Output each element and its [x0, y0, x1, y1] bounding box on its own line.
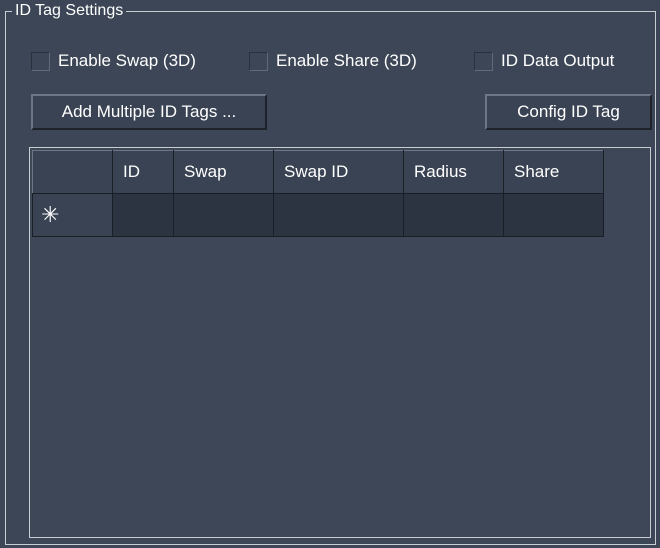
column-header-radius[interactable]: Radius [403, 150, 504, 194]
enable-share-label[interactable]: Enable Share (3D) [276, 51, 417, 71]
column-header-swap[interactable]: Swap [173, 150, 274, 194]
enable-share-checkbox[interactable]: Enable Share (3D) [249, 49, 417, 73]
id-data-output-checkbox[interactable]: ID Data Output [474, 49, 614, 73]
new-row-marker-icon[interactable]: ✳ [32, 193, 113, 237]
new-row[interactable]: ✳ [32, 193, 604, 237]
id-data-output-label[interactable]: ID Data Output [501, 51, 614, 71]
header-row: ID Swap Swap ID Radius Share [32, 150, 604, 194]
cell-share[interactable] [503, 193, 604, 237]
column-header-share[interactable]: Share [503, 150, 604, 194]
config-id-tag-button[interactable]: Config ID Tag [485, 94, 652, 130]
column-header-id[interactable]: ID [112, 150, 174, 194]
enable-swap-box[interactable] [31, 51, 50, 71]
cell-id[interactable] [112, 193, 174, 237]
cell-swap-id[interactable] [273, 193, 404, 237]
group-title: ID Tag Settings [12, 2, 127, 20]
id-data-output-box[interactable] [474, 51, 493, 71]
cell-radius[interactable] [403, 193, 504, 237]
id-tag-grid[interactable]: ID Swap Swap ID Radius Share ✳ [29, 147, 651, 538]
add-multiple-id-tags-button[interactable]: Add Multiple ID Tags ... [31, 94, 267, 130]
id-tag-table: ID Swap Swap ID Radius Share ✳ [32, 150, 604, 237]
cell-swap[interactable] [173, 193, 274, 237]
column-header-swap-id[interactable]: Swap ID [273, 150, 404, 194]
corner-header-cell[interactable] [32, 150, 113, 194]
enable-share-box[interactable] [249, 51, 268, 71]
enable-swap-label[interactable]: Enable Swap (3D) [58, 51, 196, 71]
enable-swap-checkbox[interactable]: Enable Swap (3D) [31, 49, 196, 73]
